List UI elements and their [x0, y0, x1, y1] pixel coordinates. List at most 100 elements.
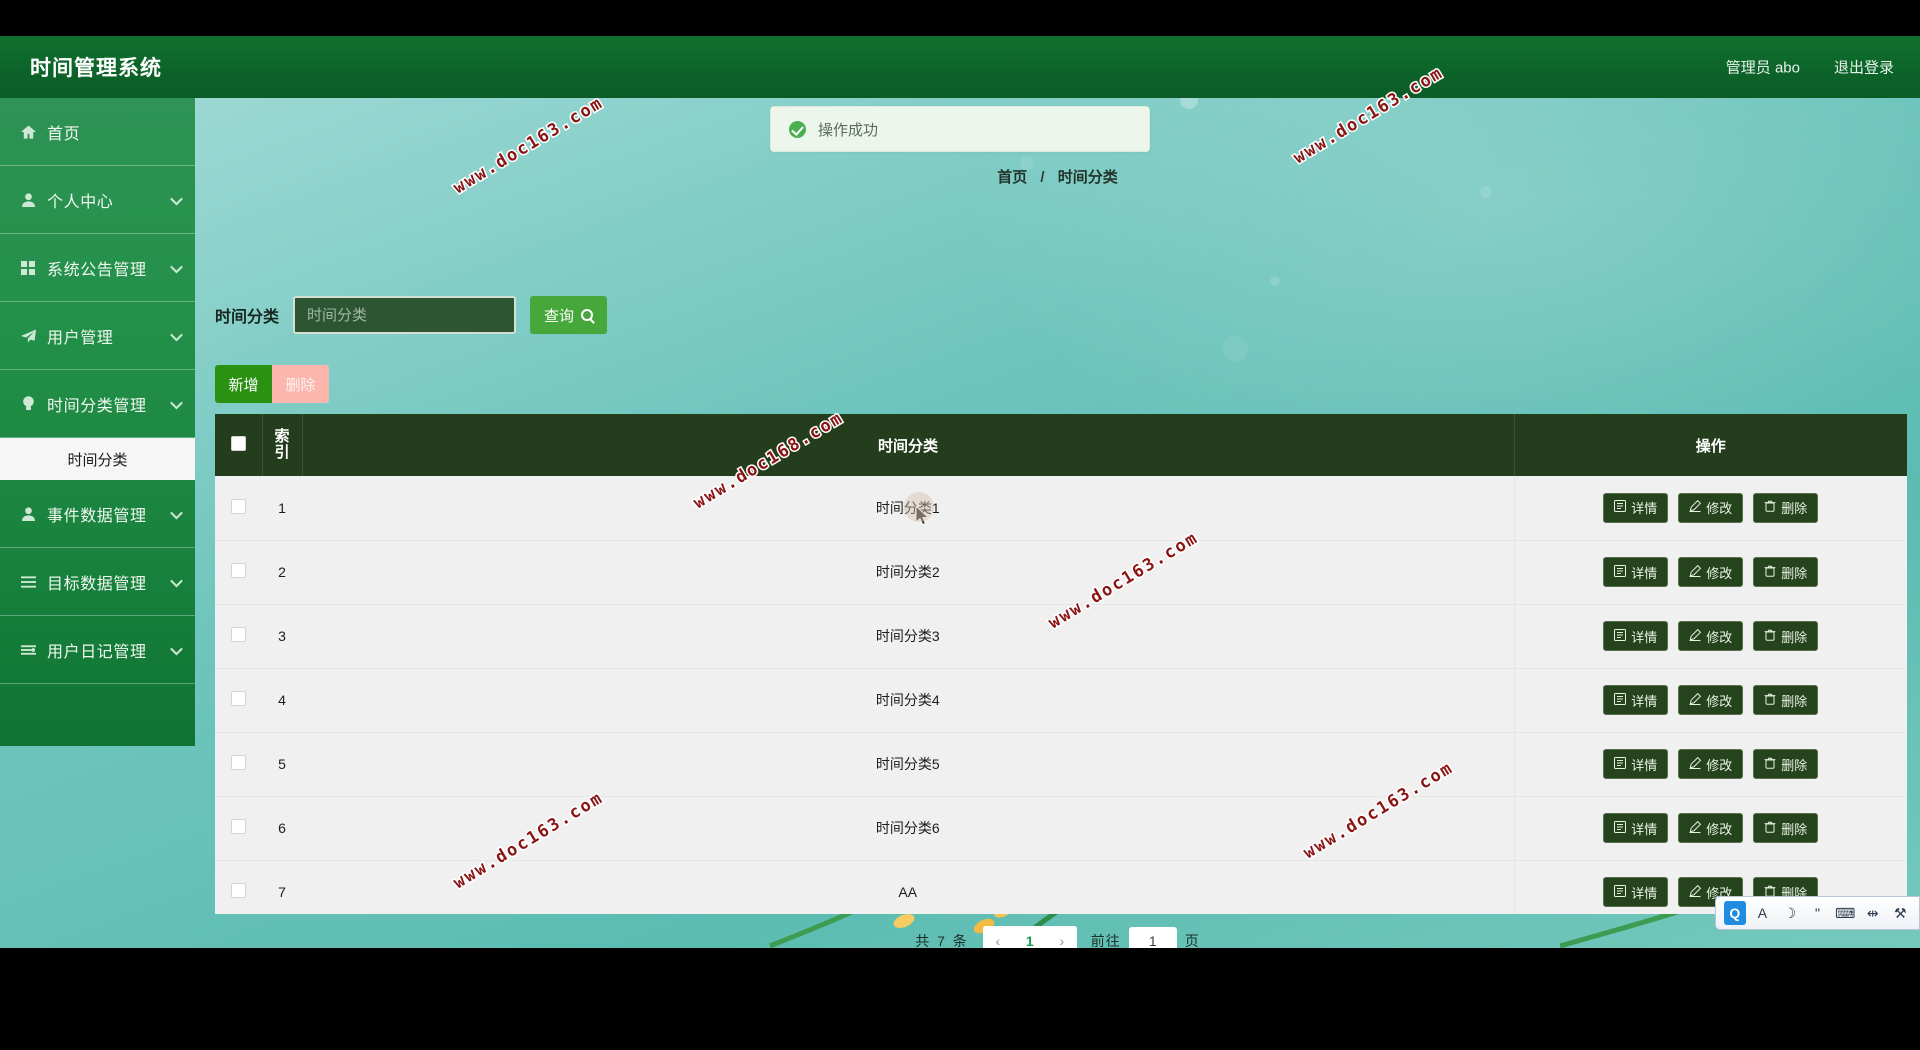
sidebar-item-time-category-management[interactable]: 时间分类管理 — [0, 370, 195, 438]
language-icon[interactable]: A — [1752, 901, 1774, 925]
column-header-index[interactable]: 索 引 — [262, 414, 303, 476]
row-checkbox[interactable] — [231, 883, 246, 898]
document-icon — [1614, 884, 1627, 900]
document-icon — [1614, 564, 1627, 580]
sidebar-item-user-management[interactable]: 用户管理 — [0, 302, 195, 370]
pencil-icon — [1689, 628, 1702, 644]
sidebar-item-home[interactable]: 首页 — [0, 98, 195, 166]
row-edit-button[interactable]: 修改 — [1678, 492, 1744, 523]
row-edit-button[interactable]: 修改 — [1678, 813, 1744, 843]
chevron-down-icon — [170, 260, 183, 273]
row-delete-button[interactable]: 删除 — [1753, 813, 1819, 843]
toolbox-icon[interactable]: ⇹ — [1862, 901, 1884, 925]
trash-icon — [1764, 757, 1776, 772]
home-icon — [18, 123, 38, 141]
check-circle-icon — [789, 120, 806, 138]
sidebar-subitem-time-category[interactable]: 时间分类 — [0, 438, 195, 480]
row-detail-button[interactable]: 详情 — [1603, 557, 1669, 587]
row-detail-button[interactable]: 详情 — [1603, 877, 1669, 907]
row-detail-button[interactable]: 详情 — [1603, 813, 1669, 843]
punctuation-icon[interactable]: '' — [1807, 901, 1829, 925]
table-row[interactable]: 2 时间分类2 详情 修改 删除 — [215, 540, 1907, 605]
breadcrumb-separator: / — [1040, 169, 1045, 186]
qq-logo-icon[interactable]: Q — [1724, 901, 1746, 925]
row-edit-button[interactable]: 修改 — [1678, 557, 1744, 587]
wrench-icon[interactable]: ⚒ — [1889, 901, 1911, 925]
page-number-1[interactable]: 1 — [1012, 926, 1047, 948]
select-all-checkbox[interactable] — [230, 435, 246, 451]
add-button[interactable]: 新增 — [215, 365, 272, 403]
search-input[interactable] — [293, 296, 517, 334]
row-name-cell: 时间分类6 — [302, 796, 1514, 861]
sidebar-item-goal-data-management[interactable]: 目标数据管理 — [0, 548, 195, 616]
logout-button[interactable]: 退出登录 — [1834, 57, 1894, 78]
breadcrumb-home[interactable]: 首页 — [997, 169, 1027, 186]
row-select-cell — [215, 796, 262, 861]
row-detail-button[interactable]: 详情 — [1603, 685, 1669, 715]
search-button[interactable]: 查询 — [530, 296, 608, 334]
row-checkbox[interactable] — [231, 691, 246, 706]
pagination-pages: ‹ 1 › — [982, 926, 1077, 948]
row-detail-label: 详情 — [1631, 501, 1658, 517]
row-delete-button[interactable]: 删除 — [1753, 685, 1819, 715]
user-role-and-name[interactable]: 管理员 abo — [1726, 57, 1800, 78]
row-detail-label: 详情 — [1631, 693, 1658, 709]
row-checkbox[interactable] — [231, 627, 246, 642]
next-page-button[interactable]: › — [1046, 926, 1077, 948]
row-select-cell — [215, 604, 262, 669]
sidebar: 首页 个人中心 系统公告管理 用户管理 时间分类管理 时间分类 事件数据管理 目… — [0, 98, 195, 746]
search-button-label: 查询 — [544, 307, 575, 325]
chevron-down-icon — [170, 506, 183, 519]
table-row[interactable]: 3 时间分类3 详情 修改 删除 — [215, 604, 1907, 669]
row-edit-button[interactable]: 修改 — [1678, 621, 1744, 651]
sidebar-item-event-data-management[interactable]: 事件数据管理 — [0, 480, 195, 548]
trash-icon — [1764, 821, 1776, 836]
row-checkbox[interactable] — [231, 563, 246, 578]
row-checkbox[interactable] — [231, 498, 246, 514]
row-delete-button[interactable]: 删除 — [1753, 492, 1819, 523]
row-edit-label: 修改 — [1706, 693, 1733, 709]
batch-delete-button[interactable]: 删除 — [272, 365, 329, 403]
row-edit-button[interactable]: 修改 — [1678, 685, 1744, 715]
row-detail-label: 详情 — [1631, 757, 1658, 773]
column-header-name[interactable]: 时间分类 — [302, 414, 1515, 476]
row-index-cell: 5 — [262, 732, 302, 797]
app-viewport: 首页 个人中心 系统公告管理 用户管理 时间分类管理 时间分类 事件数据管理 目… — [0, 36, 1920, 948]
row-edit-label: 修改 — [1706, 757, 1733, 773]
table-body: 1 时间分类1 详情 修改 删除 2 时间分类2 详情 修改 删除 3 时间分类3 详情 修改 删除 4 时间分… — [215, 476, 1907, 914]
row-delete-button[interactable]: 删除 — [1753, 749, 1819, 779]
row-detail-button[interactable]: 详情 — [1603, 621, 1669, 651]
row-detail-button[interactable]: 详情 — [1603, 492, 1669, 523]
sidebar-item-announcement[interactable]: 系统公告管理 — [0, 234, 195, 302]
row-delete-label: 删除 — [1781, 693, 1808, 709]
jump-prefix-label: 前往 — [1090, 932, 1121, 949]
row-delete-label: 删除 — [1781, 501, 1808, 517]
row-delete-label: 删除 — [1781, 629, 1808, 645]
row-delete-button[interactable]: 删除 — [1753, 621, 1819, 651]
batch-delete-button-label: 删除 — [285, 376, 316, 394]
page-title: 时间管理系统 — [30, 57, 162, 80]
row-edit-button[interactable]: 修改 — [1678, 749, 1744, 779]
row-index-cell: 1 — [262, 476, 302, 541]
sidebar-item-personal-center[interactable]: 个人中心 — [0, 166, 195, 234]
jump-page-input[interactable] — [1128, 926, 1177, 948]
row-detail-button[interactable]: 详情 — [1603, 749, 1669, 779]
row-delete-button[interactable]: 删除 — [1753, 557, 1819, 587]
chevron-down-icon — [170, 642, 183, 655]
row-checkbox[interactable] — [231, 755, 246, 770]
search-field-label: 时间分类 — [215, 309, 280, 326]
keyboard-icon[interactable]: ⌨ — [1834, 901, 1856, 925]
table-row[interactable]: 6 时间分类6 详情 修改 删除 — [215, 796, 1907, 861]
moon-icon[interactable]: ☽ — [1779, 901, 1801, 925]
prev-page-button[interactable]: ‹ — [982, 926, 1013, 948]
sidebar-item-label: 用户管理 — [47, 329, 114, 347]
sidebar-item-user-diary-management[interactable]: 用户日记管理 — [0, 616, 195, 684]
row-select-cell — [215, 540, 262, 605]
row-checkbox[interactable] — [231, 819, 246, 834]
list-icon — [18, 573, 38, 591]
table-row[interactable]: 7 AA 详情 修改 删除 — [215, 860, 1907, 914]
table-row[interactable]: 1 时间分类1 详情 修改 删除 — [215, 476, 1907, 541]
table-row[interactable]: 5 时间分类5 详情 修改 删除 — [215, 732, 1907, 797]
row-detail-label: 详情 — [1631, 629, 1658, 645]
table-row[interactable]: 4 时间分类4 详情 修改 删除 — [215, 668, 1907, 733]
